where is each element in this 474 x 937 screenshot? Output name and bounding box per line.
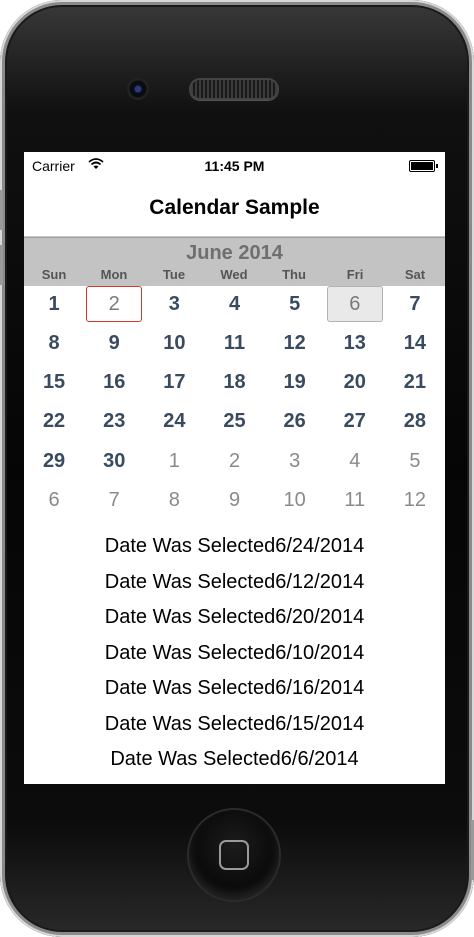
calendar-day-cell[interactable]: 14: [387, 325, 443, 361]
volume-button: [0, 190, 3, 230]
calendar-day-cell[interactable]: 20: [327, 365, 383, 401]
calendar-day-cell[interactable]: 2: [86, 286, 143, 322]
log-entry: Date Was Selected6/6/2014: [110, 748, 359, 770]
calendar-day-cell[interactable]: 10: [267, 483, 323, 519]
weekday-row: Sun Mon Tue Wed Thu Fri Sat: [24, 267, 445, 285]
weekday-label: Wed: [220, 267, 248, 282]
log-entry: Date Was Selected6/12/2014: [104, 570, 365, 593]
calendar-day-cell[interactable]: 7: [86, 483, 142, 519]
phone-frame: Carrier 11:45 PM Calendar Sample June 20…: [0, 0, 474, 937]
page-title: Calendar Sample: [149, 196, 320, 219]
calendar-day-cell[interactable]: 8: [146, 483, 202, 519]
status-bar: Carrier 11:45 PM: [24, 152, 445, 180]
calendar-day-cell[interactable]: 25: [207, 404, 263, 440]
weekday-label: Sat: [404, 267, 426, 282]
calendar-day-cell[interactable]: 26: [267, 404, 323, 440]
log-entry: Date Was Selected6/10/2014: [104, 641, 365, 664]
calendar-day-cell[interactable]: 5: [267, 286, 323, 322]
calendar-day-cell[interactable]: 8: [26, 325, 82, 361]
home-button[interactable]: [189, 810, 279, 900]
calendar-day-cell[interactable]: 28: [387, 404, 443, 440]
calendar-day-cell[interactable]: 6: [326, 286, 383, 322]
calendar-day-grid: 1 2 3 4 5 6 7 8 9 10 11 12 13 14 15 16 17 18 19 20 21 22 23 24 2…: [24, 285, 445, 518]
calendar-day-cell[interactable]: 7: [387, 286, 443, 322]
calendar-day-cell[interactable]: 17: [146, 365, 202, 401]
calendar-day-cell[interactable]: 23: [86, 404, 142, 440]
calendar-header: June 2014 Sun Mon Tue Wed Thu Fri Sat: [24, 237, 445, 286]
app-screen: Carrier 11:45 PM Calendar Sample June 20…: [24, 152, 445, 784]
log-entry: Date Was Selected6/20/2014: [104, 606, 365, 628]
calendar-day-cell[interactable]: 13: [327, 325, 383, 361]
weekday-label: Fri: [346, 267, 364, 282]
calendar-day-cell[interactable]: 2: [207, 443, 263, 479]
calendar-day-cell[interactable]: 11: [207, 325, 263, 361]
status-time: 11:45 PM: [204, 158, 265, 174]
front-camera: [127, 78, 149, 100]
month-title[interactable]: June 2014: [24, 242, 445, 265]
calendar-day-cell[interactable]: 4: [207, 286, 263, 322]
selection-log: Date Was Selected6/24/2014 Date Was Sele…: [24, 529, 445, 778]
weekday-label: Thu: [282, 267, 306, 282]
calendar-day-cell[interactable]: 1: [26, 286, 82, 322]
home-square-icon: [219, 840, 249, 870]
calendar-day-cell[interactable]: 24: [146, 404, 202, 440]
earpiece-speaker: [189, 78, 279, 100]
log-entry: Date Was Selected6/15/2014: [104, 712, 365, 735]
calendar-day-cell[interactable]: 3: [267, 443, 323, 479]
calendar-day-cell[interactable]: 21: [387, 365, 443, 401]
calendar-day-cell[interactable]: 12: [387, 483, 443, 519]
calendar-day-cell[interactable]: 11: [327, 483, 383, 519]
calendar-day-cell[interactable]: 29: [26, 443, 82, 479]
battery-icon: [409, 160, 438, 172]
calendar-day-cell[interactable]: 10: [146, 325, 202, 361]
calendar-day-cell[interactable]: 16: [86, 365, 142, 401]
calendar-day-cell[interactable]: 9: [86, 325, 142, 361]
calendar-day-cell[interactable]: 5: [387, 443, 443, 479]
calendar-day-cell[interactable]: 27: [327, 404, 383, 440]
volume-button: [0, 245, 3, 285]
calendar-day-cell[interactable]: 4: [327, 443, 383, 479]
calendar-day-cell[interactable]: 12: [267, 325, 323, 361]
calendar-day-cell[interactable]: 9: [207, 483, 263, 519]
calendar-day-cell[interactable]: 6: [26, 483, 82, 519]
calendar-day-cell[interactable]: 3: [146, 286, 202, 322]
weekday-label: Mon: [100, 267, 128, 282]
calendar-day-cell[interactable]: 15: [26, 365, 82, 401]
weekday-label: Sun: [41, 267, 67, 282]
navigation-bar: Calendar Sample: [24, 180, 445, 237]
calendar-day-cell[interactable]: 30: [86, 443, 142, 479]
weekday-label: Tue: [162, 267, 186, 282]
log-entry: Date Was Selected6/24/2014: [104, 535, 365, 557]
calendar-day-cell[interactable]: 1: [146, 443, 202, 479]
calendar-day-cell[interactable]: 18: [207, 365, 263, 401]
calendar-day-cell[interactable]: 22: [26, 404, 82, 440]
calendar-day-cell[interactable]: 19: [267, 365, 323, 401]
log-entry: Date Was Selected6/16/2014: [104, 677, 365, 699]
